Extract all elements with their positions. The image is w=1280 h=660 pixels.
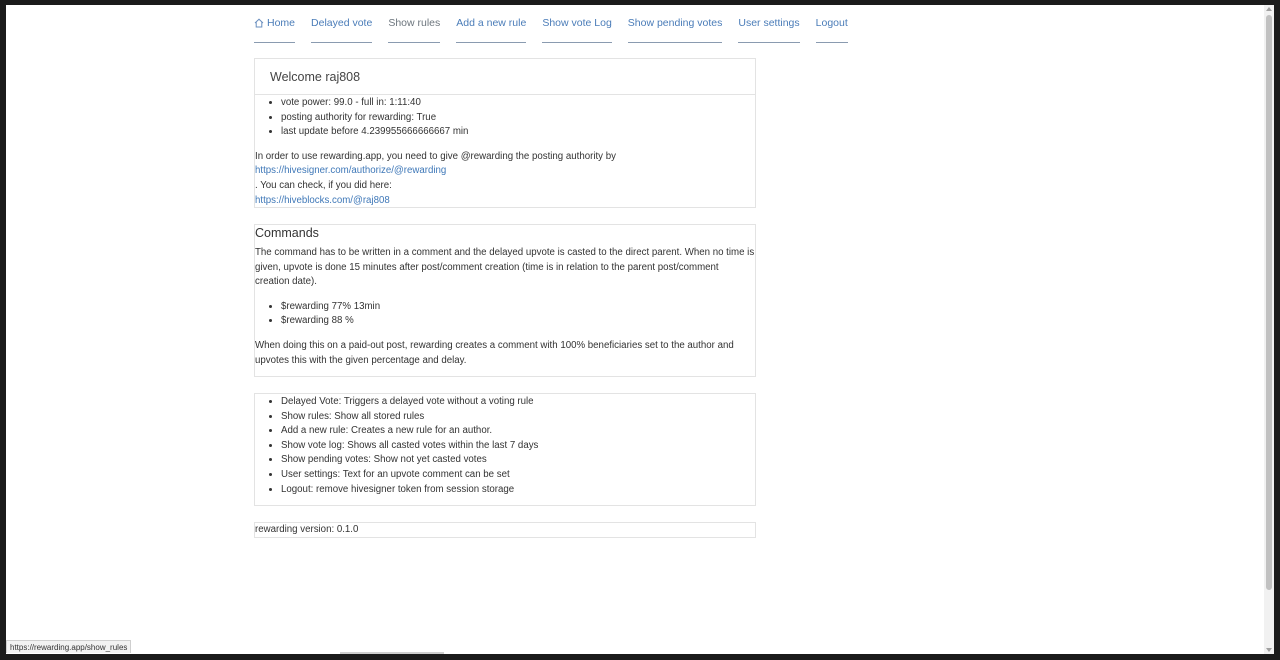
list-item: User settings: Text for an upvote commen… (281, 468, 755, 483)
list-item: $rewarding 77% 13min (281, 300, 755, 315)
command-examples-list: $rewarding 77% 13min $rewarding 88 % (255, 300, 755, 329)
top-navigation: Home Delayed vote Show rules Add a new r… (246, 5, 856, 45)
list-item: Delayed Vote: Triggers a delayed vote wi… (281, 395, 755, 410)
commands-description: The command has to be written in a comme… (255, 247, 755, 288)
vertical-scrollbar[interactable] (1264, 5, 1274, 654)
version-card: rewarding version: 0.1.0 (254, 522, 756, 538)
list-item: Add a new rule: Creates a new rule for a… (281, 424, 755, 439)
link-status-bar: https://rewarding.app/show_rules (6, 640, 132, 653)
version-text: rewarding version: 0.1.0 (255, 524, 359, 535)
bottom-divider (340, 652, 444, 654)
welcome-card: Welcome raj808 vote power: 99.0 - full i… (254, 58, 756, 208)
scroll-down-arrow-icon[interactable] (1266, 648, 1272, 652)
welcome-title: Welcome raj808 (255, 59, 755, 95)
list-item: posting authority for rewarding: True (281, 111, 755, 126)
authority-instructions: In order to use rewarding.app, you need … (255, 150, 755, 208)
home-icon (254, 18, 264, 28)
commands-title: Commands (255, 226, 319, 240)
scrollbar-thumb[interactable] (1266, 15, 1272, 590)
account-status-list: vote power: 99.0 - full in: 1:11:40 post… (255, 95, 755, 140)
nav-delayed-vote[interactable]: Delayed vote (311, 5, 373, 43)
authority-text: In order to use rewarding.app, you need … (255, 150, 616, 162)
features-list: Delayed Vote: Triggers a delayed vote wi… (255, 394, 755, 497)
nav-vote-log[interactable]: Show vote Log (542, 5, 612, 43)
features-card: Delayed Vote: Triggers a delayed vote wi… (254, 393, 756, 506)
list-item: vote power: 99.0 - full in: 1:11:40 (281, 96, 755, 111)
list-item: Show rules: Show all stored rules (281, 410, 755, 425)
nav-add-rule[interactable]: Add a new rule (456, 5, 527, 43)
nav-user-settings[interactable]: User settings (738, 5, 800, 43)
list-item: Show pending votes: Show not yet casted … (281, 453, 755, 468)
nav-pending-votes[interactable]: Show pending votes (627, 5, 723, 43)
list-item: last update before 4.239955666666667 min (281, 125, 755, 140)
list-item: $rewarding 88 % (281, 314, 755, 329)
nav-logout[interactable]: Logout (815, 5, 848, 43)
hivesigner-authorize-link[interactable]: https://hivesigner.com/authorize/@reward… (255, 164, 755, 179)
hiveblocks-link[interactable]: https://hiveblocks.com/@raj808 (255, 194, 755, 209)
paid-out-description: When doing this on a paid-out post, rewa… (255, 339, 734, 366)
browser-viewport: Home Delayed vote Show rules Add a new r… (6, 5, 1264, 654)
nav-show-rules[interactable]: Show rules (388, 5, 441, 43)
check-text: . You can check, if you did here: (255, 179, 392, 191)
list-item: Show vote log: Shows all casted votes wi… (281, 439, 755, 454)
scroll-up-arrow-icon[interactable] (1266, 7, 1272, 11)
nav-home-label: Home (267, 17, 296, 29)
commands-card: Commands The command has to be written i… (254, 224, 756, 377)
nav-home[interactable]: Home (254, 5, 296, 43)
list-item: Logout: remove hivesigner token from ses… (281, 483, 755, 498)
